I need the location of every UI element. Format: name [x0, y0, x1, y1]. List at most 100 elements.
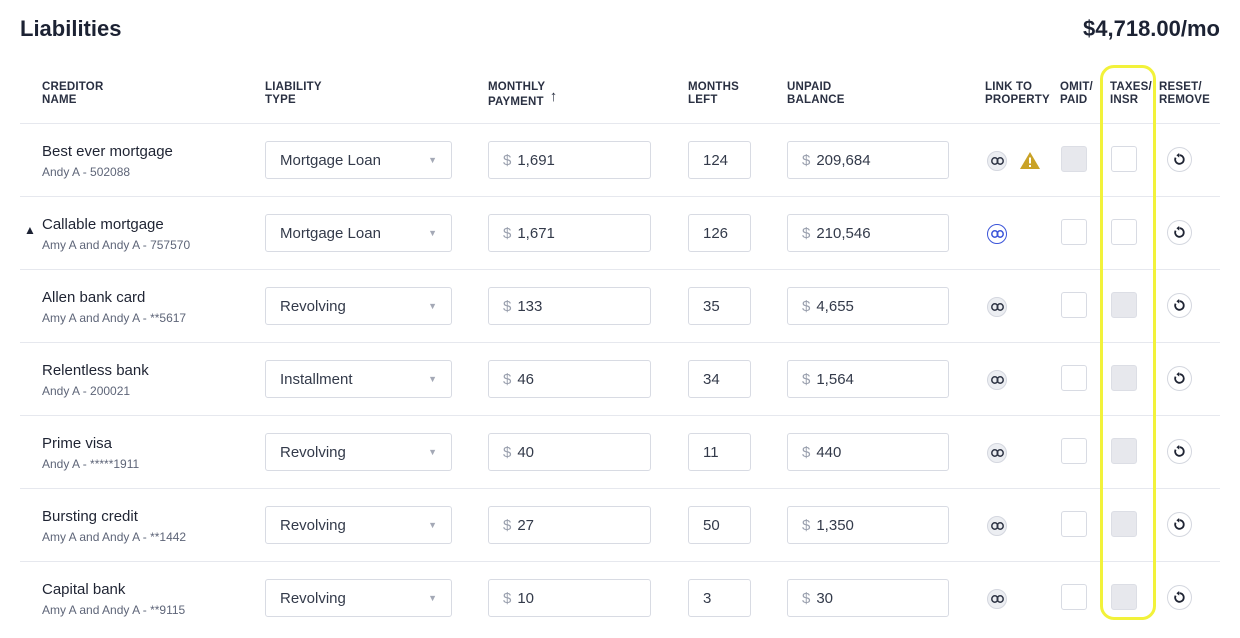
link-to-property-button[interactable]	[987, 151, 1007, 171]
currency-symbol: $	[802, 297, 811, 315]
months-left-input[interactable]: 3	[688, 579, 751, 617]
table-row: ▲ Callable mortgage Amy A and Andy A - 7…	[20, 196, 1220, 270]
unpaid-balance-input[interactable]: $ 440	[787, 433, 949, 471]
reset-button[interactable]	[1167, 220, 1192, 245]
monthly-payment-input[interactable]: $ 133	[488, 287, 651, 325]
liability-type-select[interactable]: Revolving ▼	[265, 506, 452, 544]
reset-button[interactable]	[1167, 147, 1192, 172]
omit-paid-checkbox[interactable]	[1061, 511, 1087, 537]
months-left-input[interactable]: 35	[688, 287, 751, 325]
currency-symbol: $	[503, 443, 512, 461]
omit-paid-checkbox[interactable]	[1061, 584, 1087, 610]
link-icon	[991, 522, 1004, 530]
reset-button[interactable]	[1167, 366, 1192, 391]
home-icon: ▲	[24, 223, 36, 237]
sort-arrow-up-icon[interactable]: ↑	[550, 88, 558, 105]
omit-paid-checkbox[interactable]	[1061, 438, 1087, 464]
chevron-down-icon: ▼	[428, 374, 437, 384]
header-months-left[interactable]: MONTHS LEFT	[688, 81, 739, 107]
reset-icon	[1174, 518, 1185, 530]
link-icon	[991, 303, 1004, 311]
link-icon	[991, 230, 1004, 238]
reset-icon	[1174, 445, 1185, 457]
omit-paid-checkbox[interactable]	[1061, 219, 1087, 245]
link-to-property-button[interactable]	[987, 370, 1007, 390]
creditor-name: Prime visa	[42, 435, 113, 452]
header-link-to-property: LINK TO PROPERTY	[985, 81, 1050, 106]
reset-icon	[1174, 153, 1185, 165]
reset-button[interactable]	[1167, 512, 1192, 537]
omit-paid-checkbox[interactable]	[1061, 146, 1087, 172]
link-to-property-button[interactable]	[987, 589, 1007, 609]
monthly-payment-input[interactable]: $ 40	[488, 433, 651, 471]
reset-button[interactable]	[1167, 293, 1192, 318]
reset-button[interactable]	[1167, 439, 1192, 464]
link-icon	[991, 595, 1004, 603]
creditor-name: Allen bank card	[42, 289, 146, 306]
omit-paid-checkbox[interactable]	[1061, 292, 1087, 318]
unpaid-balance-input[interactable]: $ 209,684	[787, 141, 949, 179]
liability-type-select[interactable]: Revolving ▼	[265, 433, 452, 471]
reset-icon	[1174, 372, 1185, 384]
months-left-input[interactable]: 11	[688, 433, 751, 471]
unpaid-balance-input[interactable]: $ 4,655	[787, 287, 949, 325]
reset-icon	[1174, 299, 1185, 311]
link-to-property-button[interactable]	[987, 516, 1007, 536]
header-creditor-name[interactable]: CREDITOR NAME	[42, 81, 103, 107]
link-to-property-button[interactable]	[987, 443, 1007, 463]
header-monthly-payment[interactable]: MONTHLY PAYMENT ↑	[488, 81, 557, 109]
link-to-property-button[interactable]	[987, 297, 1007, 317]
months-left-input[interactable]: 34	[688, 360, 751, 398]
taxes-insr-checkbox[interactable]	[1111, 438, 1137, 464]
chevron-down-icon: ▼	[428, 447, 437, 457]
months-left-input[interactable]: 124	[688, 141, 751, 179]
unpaid-balance-input[interactable]: $ 210,546	[787, 214, 949, 252]
liability-type-select[interactable]: Revolving ▼	[265, 579, 452, 617]
taxes-insr-checkbox[interactable]	[1111, 146, 1137, 172]
unpaid-balance-input[interactable]: $ 1,350	[787, 506, 949, 544]
header-unpaid-balance[interactable]: UNPAID BALANCE	[787, 81, 845, 107]
monthly-payment-input[interactable]: $ 27	[488, 506, 651, 544]
creditor-account: Andy A - 200021	[42, 384, 131, 398]
months-left-input[interactable]: 50	[688, 506, 751, 544]
creditor-name: Best ever mortgage	[42, 143, 173, 160]
currency-symbol: $	[503, 516, 512, 534]
liability-type-select[interactable]: Mortgage Loan ▼	[265, 214, 452, 252]
months-left-input[interactable]: 126	[688, 214, 751, 252]
reset-button[interactable]	[1167, 585, 1192, 610]
table-row: Allen bank card Amy A and Andy A - **561…	[20, 269, 1220, 343]
creditor-account: Amy A and Andy A - 757570	[42, 238, 191, 252]
header-taxes-insr: TAXES/ INSR	[1110, 81, 1152, 106]
table-row: Best ever mortgage Andy A - 502088 Mortg…	[20, 123, 1220, 197]
taxes-insr-checkbox[interactable]	[1111, 511, 1137, 537]
monthly-payment-input[interactable]: $ 46	[488, 360, 651, 398]
currency-symbol: $	[503, 297, 512, 315]
currency-symbol: $	[503, 224, 512, 242]
warning-icon	[1020, 152, 1040, 169]
chevron-down-icon: ▼	[428, 228, 437, 238]
table-row: Bursting credit Amy A and Andy A - **144…	[20, 488, 1220, 562]
unpaid-balance-input[interactable]: $ 1,564	[787, 360, 949, 398]
taxes-insr-checkbox[interactable]	[1111, 584, 1137, 610]
unpaid-balance-input[interactable]: $ 30	[787, 579, 949, 617]
monthly-payment-input[interactable]: $ 10	[488, 579, 651, 617]
link-icon	[991, 376, 1004, 384]
liability-type-select[interactable]: Mortgage Loan ▼	[265, 141, 452, 179]
taxes-insr-checkbox[interactable]	[1111, 365, 1137, 391]
header-liability-type[interactable]: LIABILITY TYPE	[265, 81, 322, 107]
creditor-account: Amy A and Andy A - **5617	[42, 311, 187, 325]
currency-symbol: $	[802, 370, 811, 388]
monthly-payment-input[interactable]: $ 1,671	[488, 214, 651, 252]
chevron-down-icon: ▼	[428, 520, 437, 530]
omit-paid-checkbox[interactable]	[1061, 365, 1087, 391]
creditor-name: Capital bank	[42, 581, 126, 598]
creditor-account: Amy A and Andy A - **9115	[42, 603, 186, 617]
liability-type-select[interactable]: Revolving ▼	[265, 287, 452, 325]
taxes-insr-checkbox[interactable]	[1111, 219, 1137, 245]
monthly-payment-input[interactable]: $ 1,691	[488, 141, 651, 179]
taxes-insr-checkbox[interactable]	[1111, 292, 1137, 318]
currency-symbol: $	[503, 151, 512, 169]
table-row: Prime visa Andy A - *****1911 Revolving …	[20, 415, 1220, 489]
liability-type-select[interactable]: Installment ▼	[265, 360, 452, 398]
link-to-property-button[interactable]	[987, 224, 1007, 244]
